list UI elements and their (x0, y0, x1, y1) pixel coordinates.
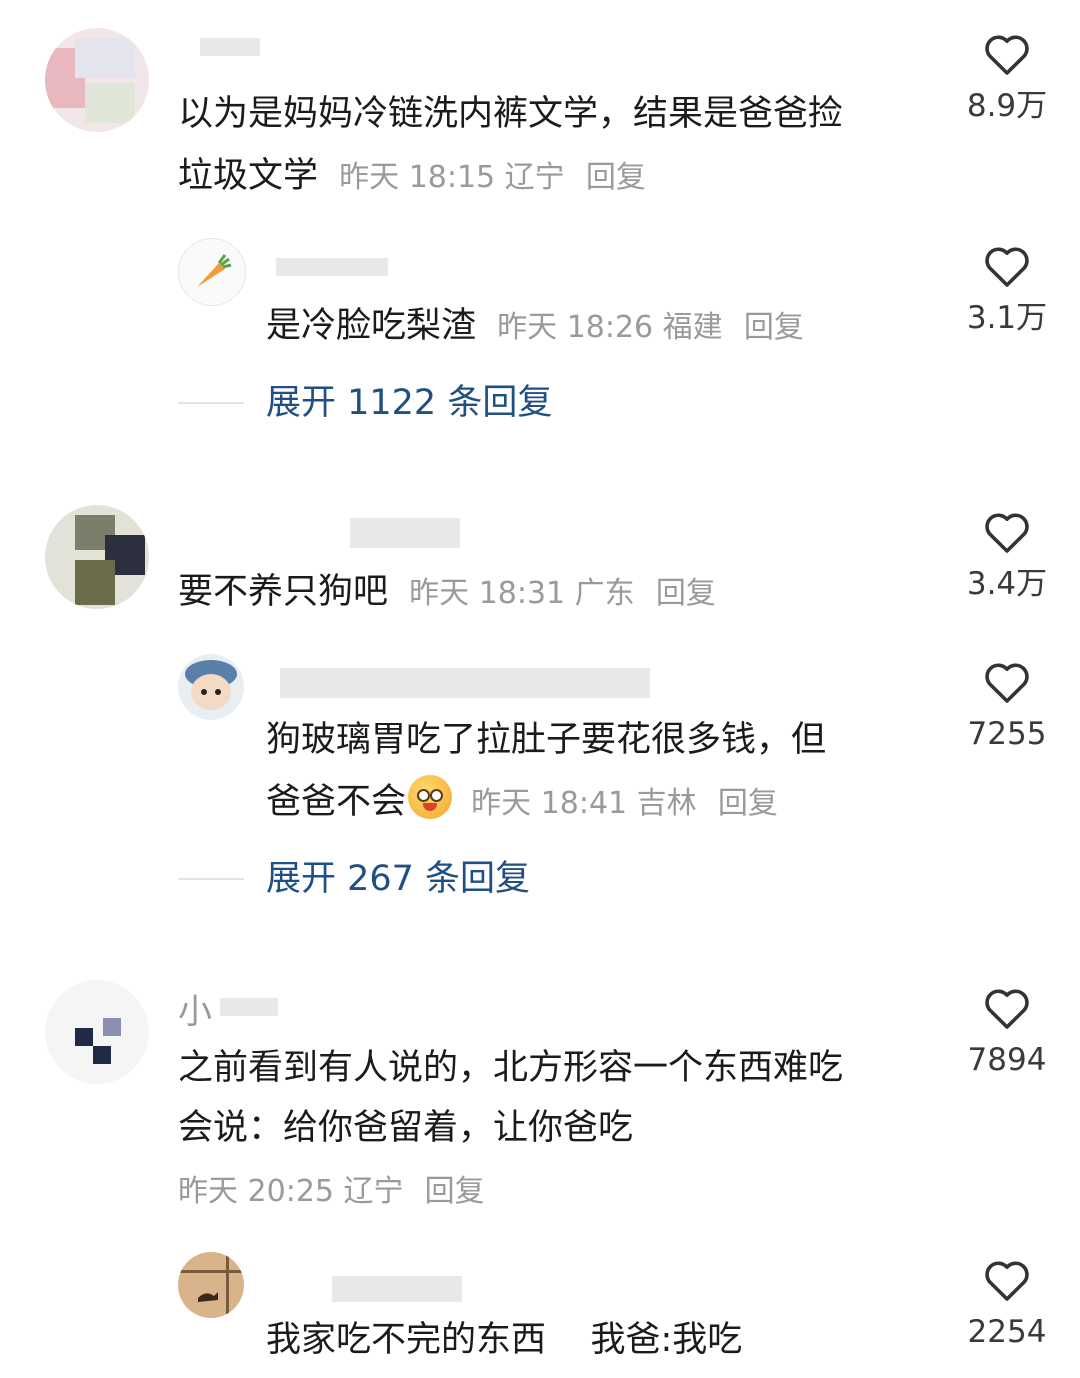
like-button[interactable]: 3.1万 (952, 244, 1062, 338)
expand-divider (178, 402, 244, 404)
grinning-face-emoji (408, 775, 453, 819)
comment-meta-row: 昨天 20:25 辽宁 回复 (178, 1160, 485, 1222)
like-button[interactable]: 8.9万 (952, 32, 1062, 126)
username-redacted[interactable] (332, 1276, 462, 1302)
expand-replies-button[interactable]: 展开 267 条回复 (266, 854, 530, 904)
comment-text: 之前看到有人说的，北方形容一个东西难吃 (178, 1048, 844, 1088)
username-redacted[interactable] (276, 258, 388, 276)
like-button[interactable]: 7894 (952, 986, 1062, 1080)
reply-text-line: 爸爸不会 (266, 782, 407, 822)
avatar[interactable] (178, 654, 244, 720)
like-count: 8.9万 (966, 88, 1048, 124)
reply-text-content: 是冷脸吃梨渣 (266, 306, 477, 346)
reply-button[interactable]: 回复 (586, 160, 646, 195)
heart-outline-icon (985, 1261, 1029, 1301)
like-count: 2254 (967, 1314, 1047, 1350)
comment-meta: 昨天 20:25 辽宁 (178, 1174, 404, 1209)
avatar[interactable] (45, 505, 149, 609)
expand-replies-button[interactable]: 展开 1122 条回复 (266, 378, 552, 428)
comment-text-line: 垃圾文学 (178, 156, 319, 196)
comment-meta: 昨天 18:31 广东 (409, 576, 635, 611)
like-button[interactable]: 7255 (952, 660, 1062, 754)
comment-text: 要不养只狗吧 昨天 18:31 广东 回复 (178, 562, 716, 624)
reply-text: 狗玻璃胃吃了拉肚子要花很多钱，但 (266, 720, 827, 760)
heart-outline-icon (985, 35, 1029, 75)
reply-button[interactable]: 回复 (718, 786, 778, 821)
like-button[interactable]: 2254 (952, 1258, 1062, 1352)
expand-divider (178, 878, 244, 880)
reply-button[interactable]: 回复 (656, 576, 716, 611)
doll-avatar-icon (185, 660, 237, 710)
comment-text: 会说：给你爸留着，让你爸吃 (178, 1108, 634, 1148)
heart-outline-icon (985, 989, 1029, 1029)
like-count: 3.4万 (966, 566, 1048, 602)
avatar[interactable] (178, 1252, 244, 1318)
reply-text: 是冷脸吃梨渣 昨天 18:26 福建 回复 (266, 296, 804, 358)
heart-outline-icon (985, 513, 1029, 553)
username-redacted[interactable] (200, 38, 260, 56)
reply-button[interactable]: 回复 (744, 310, 804, 345)
comment-text-content: 要不养只狗吧 (178, 572, 389, 612)
comment-text: 以为是妈妈冷链洗内裤文学，结果是爸爸捡 (178, 94, 844, 134)
avatar[interactable] (45, 28, 149, 132)
reply-meta: 昨天 18:26 福建 (497, 310, 723, 345)
like-count: 7894 (967, 1042, 1047, 1078)
carrot-icon (197, 254, 232, 287)
username-redacted[interactable] (350, 518, 460, 548)
heart-outline-icon (985, 247, 1029, 287)
username[interactable]: 小 (178, 984, 212, 1033)
cat-silhouette-icon (178, 1252, 244, 1318)
reply-text: 爸爸不会 昨天 18:41 吉林 回复 (266, 772, 778, 834)
like-button[interactable]: 3.4万 (952, 510, 1062, 604)
like-count: 7255 (967, 716, 1047, 752)
reply-meta: 昨天 18:41 吉林 (471, 786, 697, 821)
username-redacted[interactable] (220, 998, 278, 1016)
reply-button[interactable]: 回复 (425, 1174, 485, 1209)
comment-text: 垃圾文学 昨天 18:15 辽宁 回复 (178, 146, 646, 208)
avatar[interactable] (178, 238, 246, 306)
comment-meta: 昨天 18:15 辽宁 (339, 160, 565, 195)
heart-outline-icon (985, 663, 1029, 703)
avatar[interactable] (45, 980, 149, 1084)
like-count: 3.1万 (966, 300, 1048, 336)
username-redacted[interactable] (280, 668, 650, 698)
reply-text: 我家吃不完的东西 我爸:我吃 (266, 1320, 743, 1360)
